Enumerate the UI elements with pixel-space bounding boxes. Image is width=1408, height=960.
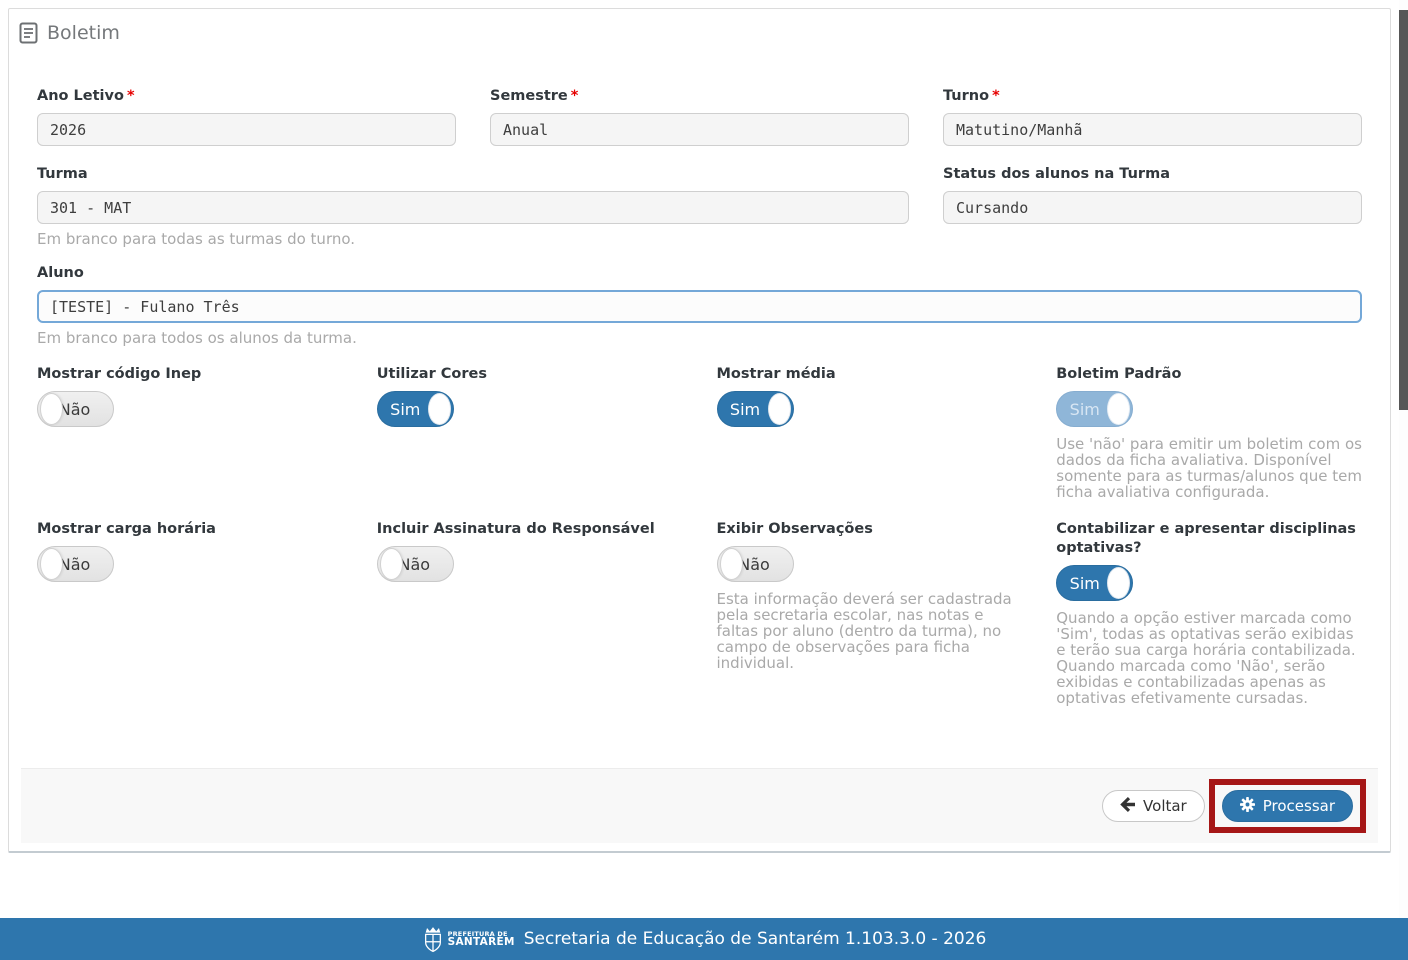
turma-helper-text: Em branco para todas as turmas do turno. bbox=[37, 230, 909, 248]
toggle-label: Contabilizar e apresentar disciplinas op… bbox=[1056, 520, 1362, 558]
toggle-label: Mostrar código Inep bbox=[37, 365, 343, 384]
logo-text-bottom: SANTARÉM bbox=[448, 937, 515, 948]
boletim-padrao-toggle: Sim bbox=[1056, 391, 1133, 427]
field-label: Turno bbox=[943, 88, 989, 104]
toggle-group-mostrar-media: Mostrar média Sim bbox=[717, 365, 1023, 500]
toggle-group-incluir-assinatura: Incluir Assinatura do Responsável Não bbox=[377, 520, 683, 706]
page-title: Boletim bbox=[47, 22, 120, 44]
mostrar-codigo-inep-toggle[interactable]: Não bbox=[37, 391, 114, 427]
field-turno: Turno* Matutino/Manhã bbox=[943, 87, 1362, 146]
processar-button[interactable]: Processar bbox=[1222, 790, 1353, 822]
toggle-label: Boletim Padrão bbox=[1056, 365, 1362, 384]
toggle-label: Exibir Observações bbox=[717, 520, 1023, 539]
card-header: Boletim bbox=[9, 9, 1390, 54]
toggle-label: Utilizar Cores bbox=[377, 365, 683, 384]
boletim-card: Boletim Ano Letivo* 2026 Semestre* Anual… bbox=[8, 8, 1391, 853]
turno-input[interactable]: Matutino/Manhã bbox=[943, 113, 1362, 146]
status-alunos-input[interactable]: Cursando bbox=[943, 191, 1362, 224]
voltar-button[interactable]: Voltar bbox=[1102, 790, 1205, 822]
card-footer: Voltar bbox=[21, 768, 1378, 843]
exibir-observacoes-toggle[interactable]: Não bbox=[717, 546, 794, 582]
aluno-helper-text: Em branco para todos os alunos da turma. bbox=[37, 329, 1362, 347]
gear-icon bbox=[1240, 797, 1255, 816]
toggle-knob bbox=[40, 548, 63, 580]
toggle-group-boletim-padrao: Boletim Padrão Sim Use 'não' para emitir… bbox=[1056, 365, 1362, 500]
highlight-box: Processar bbox=[1209, 779, 1366, 833]
toggle-knob bbox=[720, 548, 743, 580]
toggle-knob bbox=[428, 393, 451, 425]
disciplinas-optativas-toggle[interactable]: Sim bbox=[1056, 565, 1133, 601]
toggle-knob bbox=[380, 548, 403, 580]
field-ano-letivo: Ano Letivo* 2026 bbox=[37, 87, 456, 146]
toggle-group-mostrar-carga-horaria: Mostrar carga horária Não bbox=[37, 520, 343, 706]
required-asterisk: * bbox=[571, 88, 579, 104]
vertical-scrollbar[interactable] bbox=[1399, 0, 1408, 918]
toggle-knob bbox=[1107, 567, 1130, 599]
toggle-group-exibir-observacoes: Exibir Observações Não Esta informação d… bbox=[717, 520, 1023, 706]
prefeitura-santarem-logo: PREFEITURA DE SANTARÉM bbox=[422, 925, 515, 953]
semestre-input[interactable]: Anual bbox=[490, 113, 909, 146]
app-footer: PREFEITURA DE SANTARÉM Secretaria de Edu… bbox=[0, 918, 1408, 960]
incluir-assinatura-toggle[interactable]: Não bbox=[377, 546, 454, 582]
toggle-label: Mostrar carga horária bbox=[37, 520, 343, 539]
field-label: Ano Letivo bbox=[37, 88, 124, 104]
ano-letivo-input[interactable]: 2026 bbox=[37, 113, 456, 146]
toggle-group-utilizar-cores: Utilizar Cores Sim bbox=[377, 365, 683, 500]
aluno-input[interactable]: [TESTE] - Fulano Três bbox=[37, 290, 1362, 323]
scrollbar-thumb[interactable] bbox=[1399, 10, 1408, 410]
mostrar-carga-horaria-toggle[interactable]: Não bbox=[37, 546, 114, 582]
disciplinas-optativas-helper-text: Quando a opção estiver marcada como 'Sim… bbox=[1056, 610, 1362, 706]
boletim-padrao-helper-text: Use 'não' para emitir um boletim com os … bbox=[1056, 436, 1362, 500]
field-label: Turma bbox=[37, 165, 909, 184]
utilizar-cores-toggle[interactable]: Sim bbox=[377, 391, 454, 427]
required-asterisk: * bbox=[992, 88, 1000, 104]
turma-input[interactable]: 301 - MAT bbox=[37, 191, 909, 224]
field-turma: Turma 301 - MAT Em branco para todas as … bbox=[37, 165, 909, 248]
exibir-observacoes-helper-text: Esta informação deverá ser cadastrada pe… bbox=[717, 591, 1023, 671]
field-status-alunos: Status dos alunos na Turma Cursando bbox=[943, 165, 1362, 248]
document-icon bbox=[19, 22, 38, 44]
required-asterisk: * bbox=[127, 88, 135, 104]
toggle-group-disciplinas-optativas: Contabilizar e apresentar disciplinas op… bbox=[1056, 520, 1362, 706]
toggle-knob bbox=[40, 393, 63, 425]
field-label: Semestre bbox=[490, 88, 568, 104]
field-label: Aluno bbox=[37, 264, 1362, 283]
mostrar-media-toggle[interactable]: Sim bbox=[717, 391, 794, 427]
field-semestre: Semestre* Anual bbox=[490, 87, 909, 146]
toggle-knob bbox=[768, 393, 791, 425]
field-label: Status dos alunos na Turma bbox=[943, 165, 1362, 184]
toggle-knob bbox=[1107, 393, 1130, 425]
toggle-label: Incluir Assinatura do Responsável bbox=[377, 520, 683, 539]
toggle-label: Mostrar média bbox=[717, 365, 1023, 384]
toggle-group-mostrar-codigo-inep: Mostrar código Inep Não bbox=[37, 365, 343, 500]
field-aluno: Aluno [TESTE] - Fulano Três Em branco pa… bbox=[37, 264, 1362, 347]
footer-text: Secretaria de Educação de Santarém 1.103… bbox=[524, 929, 987, 949]
arrow-left-icon bbox=[1120, 797, 1135, 816]
